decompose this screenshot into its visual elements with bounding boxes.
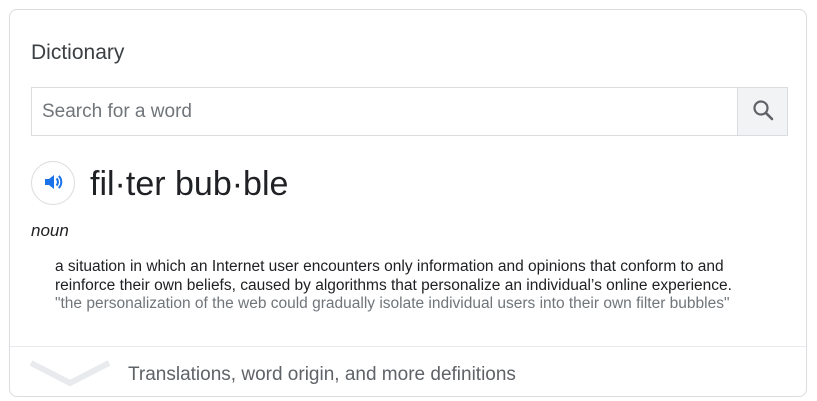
more-definitions-toggle[interactable]: Translations, word origin, and more defi… — [10, 347, 806, 396]
chevron-down-icon — [28, 359, 112, 394]
example-sentence: "the personalization of the web could gr… — [55, 295, 730, 312]
part-of-speech: noun — [31, 221, 69, 240]
speaker-icon — [41, 170, 65, 197]
dictionary-card: Dictionary fil·ter bub·ble noun a situat… — [9, 9, 807, 397]
definition-text: a situation in which an Internet user en… — [55, 258, 732, 294]
search-input[interactable] — [32, 88, 737, 135]
headword: fil·ter bub·ble — [90, 165, 289, 203]
search-icon — [751, 98, 775, 125]
search-box — [31, 87, 788, 136]
more-definitions-label: Translations, word origin, and more defi… — [128, 364, 516, 385]
card-title: Dictionary — [31, 41, 125, 64]
search-button[interactable] — [737, 88, 787, 135]
pronunciation-button[interactable] — [31, 161, 75, 205]
